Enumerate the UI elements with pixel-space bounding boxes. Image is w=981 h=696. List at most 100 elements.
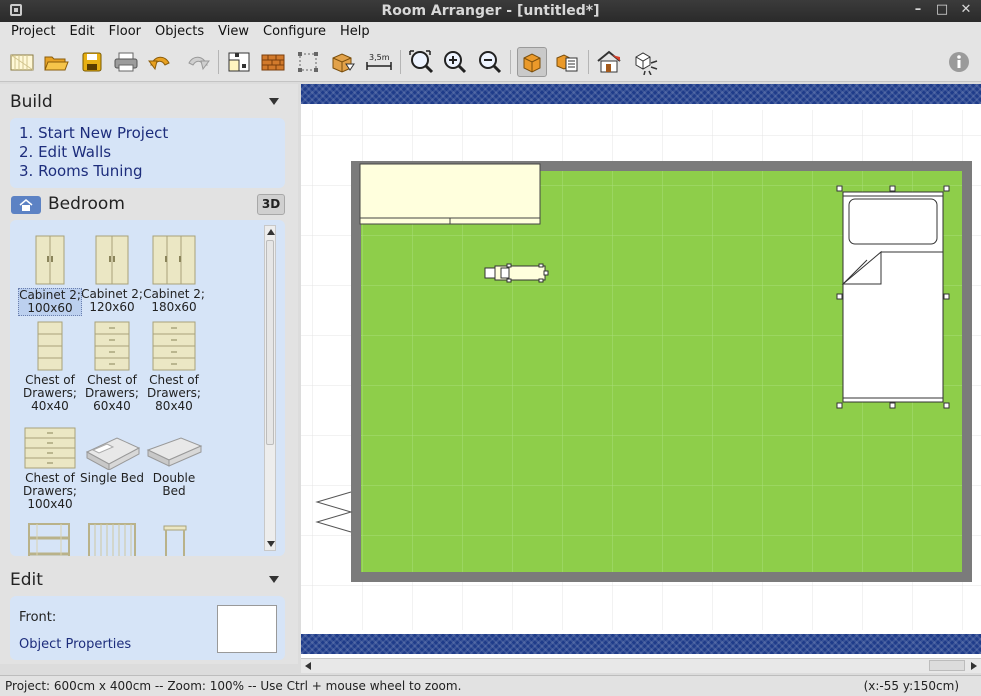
left-panel: Build 1. Start New Project 2. Edit Walls…	[0, 84, 298, 664]
select-icon[interactable]	[294, 47, 324, 77]
catalog-scrollbar[interactable]	[264, 225, 276, 551]
undo-icon[interactable]	[145, 47, 175, 77]
menu-edit[interactable]: Edit	[62, 22, 101, 42]
scroll-down-icon[interactable]	[267, 541, 275, 547]
catalog-item-label: Double Bed	[152, 471, 196, 498]
home-icon[interactable]	[11, 196, 41, 214]
floor-plan[interactable]	[301, 84, 981, 658]
catalog-item-chest-60x40[interactable]: Chest of Drawers; 60x40	[80, 314, 144, 413]
open-icon[interactable]	[41, 47, 71, 77]
print-icon[interactable]	[111, 47, 141, 77]
status-bar: Project: 600cm x 400cm -- Zoom: 100% -- …	[0, 675, 981, 696]
edit-collapse-icon[interactable]	[269, 576, 279, 583]
edit-title: Edit	[10, 570, 43, 590]
category-name: Bedroom	[48, 194, 125, 214]
floor-texture-icon[interactable]	[258, 47, 288, 77]
cabinet-icon	[142, 228, 206, 286]
catalog-item-label: Chest of Drawers; 80x40	[147, 373, 201, 413]
menu-bar: Project Edit Floor Objects View Configur…	[0, 22, 981, 42]
catalog-item-double-bed[interactable]: Double Bed	[142, 412, 206, 498]
build-collapse-icon[interactable]	[269, 98, 279, 105]
cabinet-object[interactable]	[359, 163, 541, 225]
scroll-left-icon[interactable]	[305, 662, 311, 670]
catalog-item-cabinet-2-180x60[interactable]: Cabinet 2; 180x60	[142, 228, 206, 314]
catalog-item-bunk-bed[interactable]	[18, 510, 82, 556]
single-bed-object[interactable]	[841, 191, 944, 403]
chest-of-drawers-icon	[18, 314, 82, 372]
menu-objects[interactable]: Objects	[148, 22, 211, 42]
catalog-item-label: Chest of Drawers; 60x40	[85, 373, 139, 413]
floor-plan-canvas[interactable]	[301, 84, 981, 658]
catalog-item-cabinet-2-120x60[interactable]: Cabinet 2; 120x60	[80, 228, 144, 314]
catalog-item-label: Single Bed	[80, 471, 144, 485]
crib-icon	[80, 510, 144, 556]
toolbar: 3,5m	[0, 42, 981, 82]
cabinet-icon	[80, 228, 144, 286]
redo-icon[interactable]	[183, 47, 213, 77]
new-project-icon[interactable]	[7, 47, 37, 77]
catalog-item-cabinet-2-100x60[interactable]: Cabinet 2; 100x60	[18, 228, 82, 316]
menu-project[interactable]: Project	[4, 22, 62, 42]
zoom-fit-icon[interactable]	[406, 47, 436, 77]
build-steps: 1. Start New Project 2. Edit Walls 3. Ro…	[10, 118, 285, 188]
step-start-new-project[interactable]: 1. Start New Project	[19, 124, 285, 143]
zoom-in-icon[interactable]	[440, 47, 470, 77]
3d-button[interactable]: 3D	[257, 194, 285, 215]
measure-icon[interactable]: 3,5m	[364, 47, 394, 77]
catalog-item-label: Chest of Drawers; 40x40	[23, 373, 77, 413]
catalog-item-chest-80x40[interactable]: Chest of Drawers; 80x40	[142, 314, 206, 413]
catalog-item-crib[interactable]	[80, 510, 144, 556]
canvas-scroll-thumb[interactable]	[929, 660, 965, 671]
catalog-item-nightstand[interactable]	[142, 510, 206, 556]
window-title: Room Arranger - [untitled*]	[381, 3, 600, 19]
close-icon[interactable]: ✕	[959, 2, 973, 18]
view-3d-house-icon[interactable]	[594, 47, 624, 77]
title-bar: Room Arranger - [untitled*] – □ ✕	[0, 0, 981, 22]
catalog-scroll-thumb[interactable]	[266, 240, 274, 445]
view-layers-icon[interactable]	[552, 47, 582, 77]
cabinet-icon	[18, 228, 82, 286]
nightstand-icon	[142, 510, 206, 556]
chest-of-drawers-icon	[18, 412, 82, 470]
status-coordinates: (x:-55 y:150cm)	[863, 679, 959, 693]
canvas-horizontal-scrollbar[interactable]	[301, 658, 981, 673]
zoom-out-icon[interactable]	[475, 47, 505, 77]
add-object-icon[interactable]	[328, 47, 358, 77]
single-bed-icon	[80, 412, 144, 470]
object-properties-link[interactable]: Object Properties	[19, 637, 131, 652]
view-2d-icon[interactable]	[517, 47, 547, 77]
front-label: Front:	[19, 610, 57, 625]
double-bed-icon	[142, 412, 206, 470]
scroll-up-icon[interactable]	[267, 229, 275, 235]
catalog-item-label: Chest of Drawers; 100x40	[23, 471, 77, 511]
window-controls: – □ ✕	[911, 2, 973, 18]
menu-configure[interactable]: Configure	[256, 22, 333, 42]
catalog-item-label: Cabinet 2; 180x60	[143, 287, 205, 314]
bottom-ruler	[301, 634, 981, 654]
object-catalog: Cabinet 2; 100x60 Cabinet 2; 120x60 Cabi…	[10, 220, 285, 556]
scroll-right-icon[interactable]	[971, 662, 977, 670]
menu-help[interactable]: Help	[333, 22, 377, 42]
step-edit-walls[interactable]: 2. Edit Walls	[19, 143, 285, 162]
info-icon[interactable]	[944, 47, 974, 77]
catalog-item-chest-100x40[interactable]: Chest of Drawers; 100x40	[18, 412, 82, 511]
menu-floor[interactable]: Floor	[102, 22, 148, 42]
catalog-item-single-bed[interactable]: Single Bed	[80, 412, 144, 485]
edit-walls-icon[interactable]	[224, 47, 254, 77]
menu-view[interactable]: View	[211, 22, 256, 42]
build-title: Build	[10, 92, 53, 112]
maximize-icon[interactable]: □	[935, 2, 949, 18]
minimize-icon[interactable]: –	[911, 2, 925, 18]
front-preview	[217, 605, 277, 653]
step-rooms-tuning[interactable]: 3. Rooms Tuning	[19, 162, 285, 181]
render-icon[interactable]	[630, 47, 660, 77]
bunk-bed-icon	[18, 510, 82, 556]
svg-text:3,5m: 3,5m	[369, 53, 390, 62]
status-project-info: Project: 600cm x 400cm -- Zoom: 100% -- …	[5, 679, 462, 693]
category-bar: Bedroom 3D	[10, 194, 285, 216]
catalog-item-label: Cabinet 2; 120x60	[81, 287, 143, 314]
chest-of-drawers-icon	[142, 314, 206, 372]
catalog-item-chest-40x40[interactable]: Chest of Drawers; 40x40	[18, 314, 82, 413]
save-icon[interactable]	[77, 47, 107, 77]
edit-panel: Front: Object Properties	[10, 596, 285, 660]
